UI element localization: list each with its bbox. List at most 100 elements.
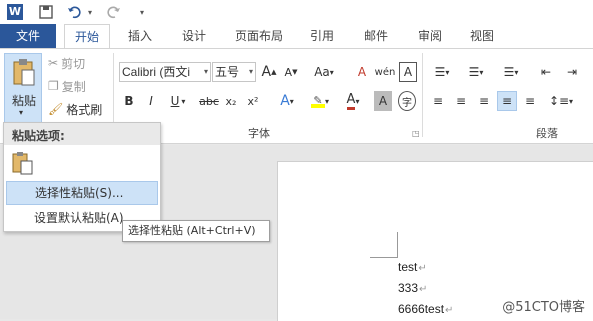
undo-button[interactable] [64,2,84,22]
tab-insert[interactable]: 插入 [118,24,162,48]
doc-line-text: 333 [398,281,419,295]
watermark: @51CTO博客 [502,300,585,315]
highlight-button[interactable]: ✎ ▾ [306,91,334,111]
change-case-button[interactable]: Aa ▾ [310,62,338,82]
underline-button[interactable]: U ▾ [165,91,191,111]
tab-mailings[interactable]: 邮件 [356,24,396,48]
enclose-char-icon: 字 [402,97,412,109]
text-effect-icon: A [280,93,290,109]
italic-button[interactable]: I [143,91,159,111]
tab-design[interactable]: 设计 [172,24,216,48]
doc-line-text: 6666test [398,302,445,316]
multilevel-list-icon: ☰ [503,65,515,79]
tab-home[interactable]: 开始 [64,24,110,49]
qat-customize-dropdown[interactable]: ▾ [136,2,148,22]
align-left-icon: ≡ [432,94,444,108]
quick-access-toolbar: W ▾ ▾ [0,0,593,24]
distributed-button[interactable]: ≡ [520,91,540,111]
word-app-icon[interactable]: W [6,2,24,22]
copy-icon: ❐ [48,79,59,93]
numbering-button[interactable]: ☰ ▾ [462,62,490,82]
decrease-indent-icon: ⇤ [540,65,552,79]
paragraph-mark-icon: ↵ [418,263,427,274]
doc-line-text: test [398,260,418,274]
paste-dropdown-icon: ▾ [19,108,24,117]
doc-line[interactable]: 6666test↵ [398,302,453,316]
grow-font-button[interactable]: A ▲ [260,62,278,82]
chevron-down-icon: ▾ [248,67,253,76]
grow-font-icon: A [261,64,272,80]
paragraph-mark-icon: ↵ [445,305,454,316]
decrease-indent-button[interactable]: ⇤ [536,62,556,82]
cut-label: 剪切 [61,56,86,71]
copy-button[interactable]: ❐ 复制 [48,76,94,96]
tooltip: 选择性粘贴 (Alt+Ctrl+V) [122,220,270,242]
phonetic-guide-button[interactable]: wén [375,62,396,82]
font-name-value: Calibri (西文i [122,65,191,79]
paste-keep-text-icon [12,152,33,175]
word-logo: W [7,4,23,20]
keep-text-only-option[interactable] [12,151,36,177]
tab-layout[interactable]: 页面布局 [228,24,290,48]
tab-references[interactable]: 引用 [302,24,342,48]
redo-button[interactable] [104,2,124,22]
paste-options-menu: 粘贴选项: 选择性粘贴(S)... 设置默认粘贴(A)... [3,122,161,232]
underline-icon: U [170,94,180,108]
clear-format-icon: A [357,65,367,79]
paste-button[interactable]: 粘贴 ▾ [4,53,42,123]
align-left-button[interactable]: ≡ [428,91,448,111]
font-name-combo[interactable]: Calibri (西文i ▾ [119,62,211,82]
font-color-icon: A [346,92,356,110]
font-dialog-launcher[interactable]: ◳ [412,129,420,138]
justify-button[interactable]: ≡ [497,91,517,111]
font-color-button[interactable]: A ▾ [340,91,366,111]
increase-indent-button[interactable]: ⇥ [562,62,582,82]
undo-dropdown[interactable]: ▾ [84,2,96,22]
format-painter-button[interactable]: 🖌 格式刷 [48,99,106,119]
numbering-icon: ☰ [468,65,480,79]
font-size-combo[interactable]: 五号 ▾ [212,62,256,82]
char-border-icon: A [403,65,413,79]
doc-line[interactable]: 333↵ [398,281,427,295]
bold-button[interactable]: B [121,91,137,111]
subscript-button[interactable]: x₂ [222,91,240,111]
distributed-icon: ≡ [524,94,536,108]
bullets-icon: ☰ [434,65,446,79]
paragraph-group-label: 段落 [536,127,558,140]
bullets-button[interactable]: ☰ ▾ [428,62,456,82]
char-border-button[interactable]: A [399,62,417,82]
enclose-char-button[interactable]: 字 [398,91,416,111]
shrink-font-button[interactable]: A ▼ [282,62,300,82]
align-center-button[interactable]: ≡ [451,91,471,111]
brush-icon: 🖌 [48,102,64,116]
align-right-button[interactable]: ≡ [474,91,494,111]
paste-options-header: 粘贴选项: [4,123,160,145]
line-spacing-icon: ↕≡ [548,94,570,108]
align-right-icon: ≡ [478,94,490,108]
group-divider [422,53,423,137]
save-button[interactable] [36,2,56,22]
cut-button[interactable]: ✂ 剪切 [48,53,94,73]
line-spacing-button[interactable]: ↕≡ ▾ [546,91,576,111]
margin-corner-mark [370,232,398,258]
doc-line[interactable]: test↵ [398,260,427,274]
text-effect-button[interactable]: A ▾ [274,91,300,111]
strikethrough-button[interactable]: abc [198,91,220,111]
highlighter-icon: ✎ [310,94,325,108]
format-painter-label: 格式刷 [66,102,103,117]
tab-view[interactable]: 视图 [462,24,502,48]
multilevel-list-button[interactable]: ☰ ▾ [496,62,526,82]
superscript-button[interactable]: x² [244,91,262,111]
char-shading-button[interactable]: A [374,91,392,111]
font-group-label: 字体 [248,127,270,140]
scissors-icon: ✂ [48,56,59,70]
font-size-value: 五号 [215,65,240,79]
clear-format-button[interactable]: A [352,62,372,82]
paste-special-item[interactable]: 选择性粘贴(S)... [6,181,158,205]
increase-indent-icon: ⇥ [566,65,578,79]
ribbon-tabs: 文件 开始 插入 设计 页面布局 引用 邮件 审阅 视图 [0,24,593,49]
clipboard-icon [13,59,35,86]
copy-label: 复制 [61,79,86,94]
tab-review[interactable]: 审阅 [410,24,450,48]
tab-file[interactable]: 文件 [0,24,56,48]
